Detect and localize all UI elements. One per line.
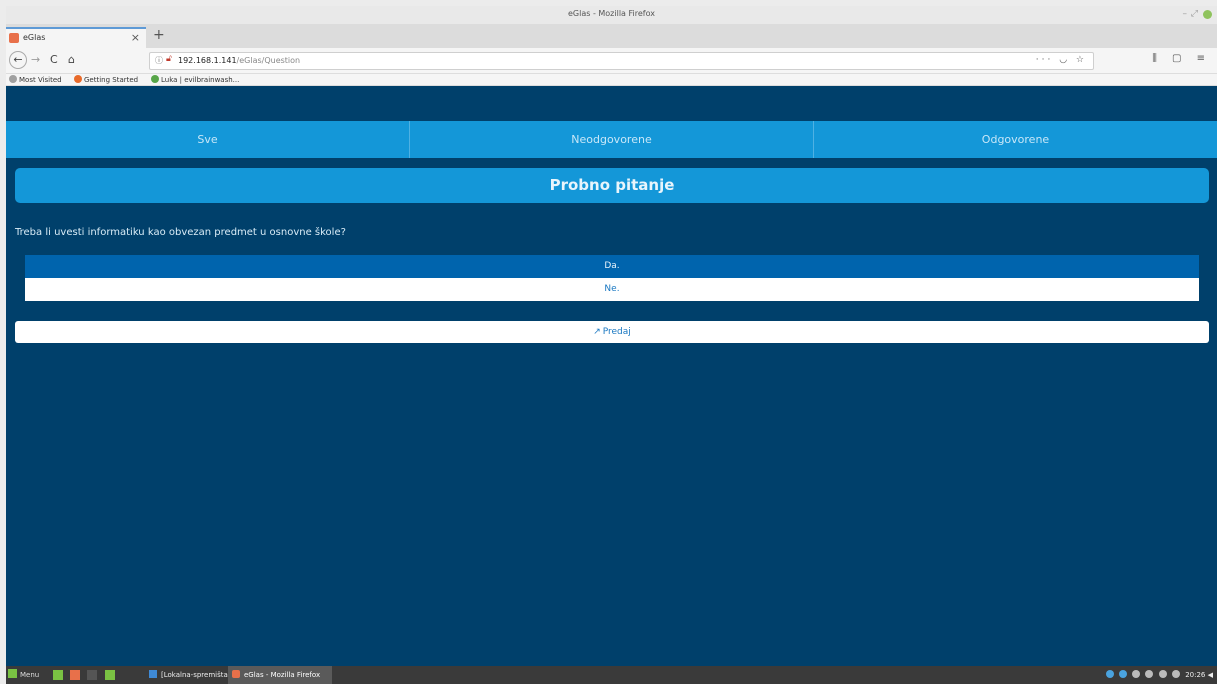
- clock[interactable]: 20:26: [1185, 671, 1205, 679]
- question-text: Treba li uvesti informatiku kao obvezan …: [15, 227, 346, 238]
- tab-close-icon[interactable]: ×: [131, 31, 140, 44]
- answer-option-ne[interactable]: Ne.: [25, 278, 1199, 301]
- question-filter-tabs: Sve Neodgovorene Odgovorene: [6, 121, 1217, 158]
- start-menu-button[interactable]: Menu: [8, 666, 39, 684]
- shield-icon[interactable]: [1105, 670, 1114, 678]
- share-square-icon: ↗: [593, 327, 601, 337]
- page-content: Sve Neodgovorene Odgovorene Probno pitan…: [6, 86, 1217, 666]
- mint-menu-icon: [8, 669, 17, 678]
- bookmark-getting-started[interactable]: Getting Started: [74, 75, 138, 84]
- battery-icon[interactable]: [1171, 670, 1180, 678]
- firefox-launcher-icon[interactable]: [70, 670, 81, 680]
- tab-strip: eGlas × +: [6, 24, 1217, 48]
- show-desktop-icon[interactable]: [53, 670, 63, 680]
- maximize-icon[interactable]: ⤢: [1191, 9, 1198, 19]
- home-icon[interactable]: ⌂: [68, 53, 75, 66]
- tab-sve[interactable]: Sve: [6, 121, 410, 158]
- firefox-icon: [232, 670, 240, 678]
- users-icon[interactable]: [1145, 670, 1154, 678]
- tab-neodgovorene[interactable]: Neodgovorene: [410, 121, 814, 158]
- answer-list: Da. Ne.: [25, 255, 1199, 301]
- window-title: eGlas - Mozilla Firefox: [568, 9, 655, 18]
- info-icon[interactable]: ⓘ: [155, 55, 163, 66]
- back-icon[interactable]: ←: [9, 51, 27, 69]
- taskbar: Menu [Lokalna-spremišta-p... eGlas - Moz…: [6, 666, 1217, 684]
- files-icon[interactable]: [104, 670, 115, 680]
- navigation-bar: ← → C ⌂ ⓘ 🔓︎ 192.168.1.141/eGlas/Questio…: [6, 48, 1217, 74]
- tab-odgovorene[interactable]: Odgovorene: [814, 121, 1217, 158]
- question-title: Probno pitanje: [15, 168, 1209, 203]
- folder-icon: [149, 670, 157, 678]
- answer-option-da[interactable]: Da.: [25, 255, 1199, 278]
- url-host: 192.168.1.141: [178, 56, 237, 65]
- site-favicon-icon: [151, 75, 159, 83]
- bookmarks-bar: Most Visited Getting Started Luka | evil…: [6, 74, 1217, 86]
- task2-label: eGlas - Mozilla Firefox: [244, 671, 321, 679]
- menu-label: Menu: [20, 671, 40, 679]
- new-tab-icon[interactable]: +: [153, 27, 165, 43]
- url-path: /eGlas/Question: [236, 56, 301, 65]
- browser-tab[interactable]: eGlas ×: [6, 27, 146, 48]
- minimize-icon[interactable]: –: [1183, 9, 1188, 19]
- gear-icon: [9, 75, 17, 83]
- submit-button[interactable]: ↗ Predaj: [15, 321, 1209, 343]
- reload-icon[interactable]: C: [50, 53, 58, 66]
- bookmark-most-visited[interactable]: Most Visited: [9, 75, 62, 84]
- bookmark-label: Most Visited: [19, 76, 62, 84]
- firefox-icon: [74, 75, 82, 83]
- quick-launch: [53, 670, 120, 680]
- submit-label: Predaj: [602, 327, 631, 337]
- forward-icon[interactable]: →: [31, 53, 40, 66]
- volume-icon[interactable]: ◀: [1208, 671, 1213, 679]
- network-icon[interactable]: [1158, 670, 1167, 678]
- clipboard-icon[interactable]: [1132, 670, 1141, 678]
- bookmark-luka[interactable]: Luka | evilbrainwash...: [151, 75, 239, 84]
- page-actions-icons[interactable]: ··· ◡ ☆: [1036, 55, 1087, 65]
- toolbar-right-icons[interactable]: ⫼ ▢ ≡: [1152, 53, 1211, 64]
- insecure-lock-icon[interactable]: 🔓︎: [166, 54, 172, 64]
- url-text: 192.168.1.141/eGlas/Question: [178, 56, 300, 65]
- close-window-icon[interactable]: [1203, 10, 1212, 19]
- url-bar[interactable]: ⓘ 🔓︎ 192.168.1.141/eGlas/Question ··· ◡ …: [149, 52, 1094, 70]
- desktop-screen: eGlas - Mozilla Firefox – ⤢ eGlas × + ← …: [6, 6, 1217, 684]
- terminal-icon[interactable]: [87, 670, 98, 680]
- window-titlebar: eGlas - Mozilla Firefox – ⤢: [6, 6, 1217, 24]
- taskbar-window-firefox[interactable]: eGlas - Mozilla Firefox: [228, 666, 332, 684]
- tab-label: eGlas: [23, 33, 46, 42]
- eglas-favicon-icon: [9, 33, 19, 43]
- bluetooth-icon[interactable]: [1119, 670, 1128, 678]
- bookmark-label: Getting Started: [84, 76, 139, 84]
- system-tray: 20:26 ◀: [1105, 666, 1213, 684]
- bookmark-label: Luka | evilbrainwash...: [161, 76, 240, 84]
